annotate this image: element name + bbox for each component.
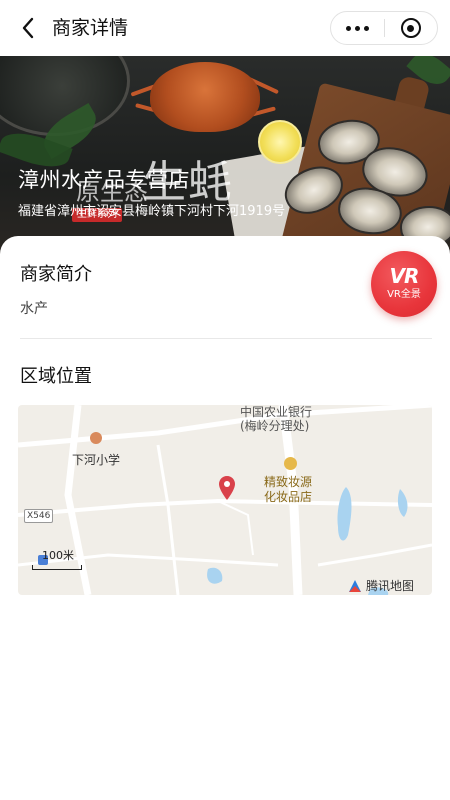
road-label: X546 bbox=[24, 509, 54, 523]
location-map[interactable]: 中国农业银行 (梅岭分理处) 下河小学 精致妆源 化妆品店 X546 100米 … bbox=[18, 405, 432, 595]
intro-heading: 商家简介 bbox=[20, 264, 92, 285]
map-label-bank-branch: (梅岭分理处) bbox=[240, 419, 310, 433]
back-arrow-icon[interactable] bbox=[14, 14, 42, 42]
location-heading: 区域位置 bbox=[20, 366, 92, 387]
mini-program-capsule bbox=[330, 11, 438, 45]
map-provider-name: 腾讯地图 bbox=[366, 579, 415, 593]
vr-logo: VR bbox=[389, 264, 420, 288]
banner-lemon-image bbox=[258, 120, 302, 164]
shop-name: 漳州水产品专营店 bbox=[18, 168, 190, 192]
shop-poi-icon bbox=[284, 457, 297, 470]
vr-panorama-button[interactable]: VR VR全景 bbox=[371, 251, 437, 317]
school-poi-icon bbox=[90, 432, 102, 444]
map-label-school: 下河小学 bbox=[72, 453, 121, 467]
map-scale-bar bbox=[32, 565, 82, 570]
map-provider-logo: 腾讯地图 bbox=[348, 577, 414, 594]
vr-label: VR全景 bbox=[387, 289, 421, 300]
section-divider bbox=[20, 338, 432, 339]
intro-text: 水产 bbox=[20, 301, 48, 317]
map-label-shop: 精致妆源 bbox=[264, 475, 313, 489]
mini-program-close-icon[interactable] bbox=[385, 12, 437, 44]
shop-address: 福建省漳州市诏安县梅岭镇下河村下河1919号 bbox=[18, 204, 286, 219]
shop-banner: 原生态 生蚝 漳州水产品专营店 生鲜系列 福建省漳州市诏安县梅岭镇下河村下河19… bbox=[0, 56, 450, 256]
top-nav-bar: 商家详情 bbox=[0, 0, 450, 56]
more-dots-icon[interactable] bbox=[331, 12, 384, 44]
tencent-map-icon bbox=[348, 579, 362, 593]
map-scale-label: 100米 bbox=[42, 549, 74, 562]
map-label-shop-type: 化妆品店 bbox=[264, 490, 313, 504]
page-title: 商家详情 bbox=[52, 17, 129, 39]
banner-crab-image bbox=[150, 62, 260, 132]
